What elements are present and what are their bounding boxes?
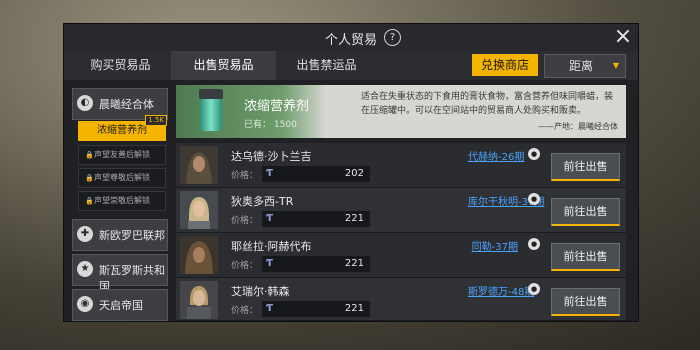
- faction-name: 天启帝国: [99, 299, 143, 312]
- price-value: 221: [344, 258, 364, 269]
- merchant-name: 耶丝拉·阿赫代布: [231, 240, 312, 253]
- price-label: 价格：: [231, 216, 259, 226]
- merchant-portrait: [180, 236, 218, 274]
- lock-icon: 🔒: [85, 197, 94, 205]
- sidebar-faction-apocalypse[interactable]: ◉ 天启帝国: [72, 289, 168, 321]
- price-value: 221: [344, 303, 364, 314]
- close-icon[interactable]: ×: [612, 26, 634, 48]
- stock-badge: 1.5K: [145, 115, 167, 126]
- merchant-name: 狄奥多西-TR: [231, 195, 294, 208]
- subitem-label: 浓缩营养剂: [97, 125, 147, 136]
- go-sell-button[interactable]: 前往出售: [551, 198, 620, 226]
- subitem-label: 声望尊敬后解锁: [94, 173, 150, 182]
- subitem-label: 声望友善后解锁: [94, 150, 150, 159]
- trade-window: 个人贸易 ? × 购买贸易品 出售贸易品 出售禁运品 兑换商店 距离 ▼ ◐ 晨…: [63, 23, 639, 322]
- chevron-down-icon: ▼: [612, 61, 619, 70]
- currency-icon: Ƭ: [266, 258, 274, 269]
- price-label: 价格：: [231, 171, 259, 181]
- sidebar-faction-svaros[interactable]: ★ 斯瓦罗斯共和国: [72, 254, 168, 293]
- sidebar-item-locked-friendly[interactable]: 🔒 声望友善后解锁: [78, 145, 166, 165]
- title-bar: 个人贸易 ? ×: [64, 24, 638, 51]
- location-pin-icon[interactable]: ●: [528, 238, 540, 250]
- sun-icon: ◐: [77, 95, 93, 111]
- star-icon: ★: [77, 261, 93, 277]
- merchant-name: 达乌德·沙卜兰吉: [231, 150, 312, 163]
- subitem-label: 声望崇敬后解锁: [94, 196, 150, 205]
- location-pin-icon[interactable]: ●: [528, 283, 540, 295]
- exchange-shop-button[interactable]: 兑换商店: [472, 54, 538, 76]
- location-pin-icon[interactable]: ●: [528, 148, 540, 160]
- merchant-row: 艾瑞尔·韩森 斯罗德万-48期 ● 价格： Ƭ 221 前往出售: [176, 278, 626, 321]
- price-label: 价格：: [231, 306, 259, 316]
- merchant-row: 达乌德·沙卜兰吉 代赫纳-26期 ● 价格： Ƭ 202 前往出售: [176, 143, 626, 188]
- nutrient-canister-icon: [198, 89, 224, 133]
- item-description: 适合在失重状态的下食用的膏状食物，富含营养但味同嚼蜡，装在压缩罐中。可以在空间站…: [361, 92, 614, 116]
- owned-label: 已有：: [244, 120, 272, 130]
- tab-buy[interactable]: 购买贸易品: [68, 51, 173, 80]
- currency-icon: Ƭ: [266, 168, 274, 179]
- price-value: 202: [344, 168, 364, 179]
- currency-icon: Ƭ: [266, 213, 274, 224]
- faction-sidebar: ◐ 晨曦经合体 浓缩营养剂 1.5K 🔒 声望友善后解锁 🔒 声望尊敬后解锁 🔒…: [72, 84, 168, 321]
- distance-select-label: 距离: [569, 59, 594, 73]
- help-icon[interactable]: ?: [384, 29, 401, 46]
- sidebar-faction-neo-europa[interactable]: ✚ 新欧罗巴联邦: [72, 219, 168, 251]
- sidebar-item-locked-respected[interactable]: 🔒 声望尊敬后解锁: [78, 168, 166, 188]
- item-owned: 已有： 1500: [244, 117, 297, 130]
- merchant-name: 艾瑞尔·韩森: [231, 285, 290, 298]
- merchant-portrait: [180, 281, 218, 319]
- go-sell-button[interactable]: 前往出售: [551, 288, 620, 316]
- price-field: Ƭ 221: [262, 211, 370, 227]
- tab-sell[interactable]: 出售贸易品: [171, 51, 276, 80]
- merchant-row: 狄奥多西-TR 库尔干秋明-37期 ● 价格： Ƭ 221 前往出售: [176, 188, 626, 233]
- item-origin: ——产地：晨曦经合体: [538, 122, 618, 131]
- window-title: 个人贸易: [324, 33, 377, 48]
- owned-value: 1500: [273, 120, 297, 130]
- price-field: Ƭ 221: [262, 256, 370, 272]
- price-label: 价格：: [231, 261, 259, 271]
- merchant-location-link[interactable]: 库尔干秋明-37期: [468, 193, 544, 208]
- currency-icon: Ƭ: [266, 303, 274, 314]
- merchant-location-link[interactable]: 斯罗德万-48期: [468, 283, 534, 298]
- faction-name: 新欧罗巴联邦: [99, 229, 165, 242]
- item-name: 浓缩营养剂: [244, 99, 310, 114]
- sidebar-item-locked-revered[interactable]: 🔒 声望崇敬后解锁: [78, 191, 166, 211]
- cross-icon: ✚: [77, 226, 93, 242]
- lock-icon: 🔒: [85, 174, 94, 182]
- distance-select[interactable]: 距离 ▼: [544, 54, 626, 78]
- go-sell-button[interactable]: 前往出售: [551, 243, 620, 271]
- price-value: 221: [344, 213, 364, 224]
- location-pin-icon[interactable]: ●: [528, 193, 540, 205]
- price-field: Ƭ 221: [262, 301, 370, 317]
- merchant-row: 耶丝拉·阿赫代布 同勒-37期 ● 价格： Ƭ 221 前往出售: [176, 233, 626, 278]
- price-field: Ƭ 202: [262, 166, 370, 182]
- merchant-location-link[interactable]: 同勒-37期: [468, 238, 518, 253]
- merchant-location-link[interactable]: 代赫纳-26期: [468, 148, 524, 163]
- go-sell-button[interactable]: 前往出售: [551, 153, 620, 181]
- faction-name: 晨曦经合体: [99, 98, 154, 111]
- sidebar-item-nutrient[interactable]: 浓缩营养剂 1.5K: [78, 115, 167, 141]
- lock-icon: 🔒: [85, 151, 94, 159]
- tab-sell-contraband[interactable]: 出售禁运品: [274, 51, 379, 80]
- merchant-portrait: [180, 146, 218, 184]
- merchant-portrait: [180, 191, 218, 229]
- eye-icon: ◉: [77, 296, 93, 312]
- item-banner: 浓缩营养剂 已有： 1500 适合在失重状态的下食用的膏状食物，富含营养但味同嚼…: [176, 85, 626, 138]
